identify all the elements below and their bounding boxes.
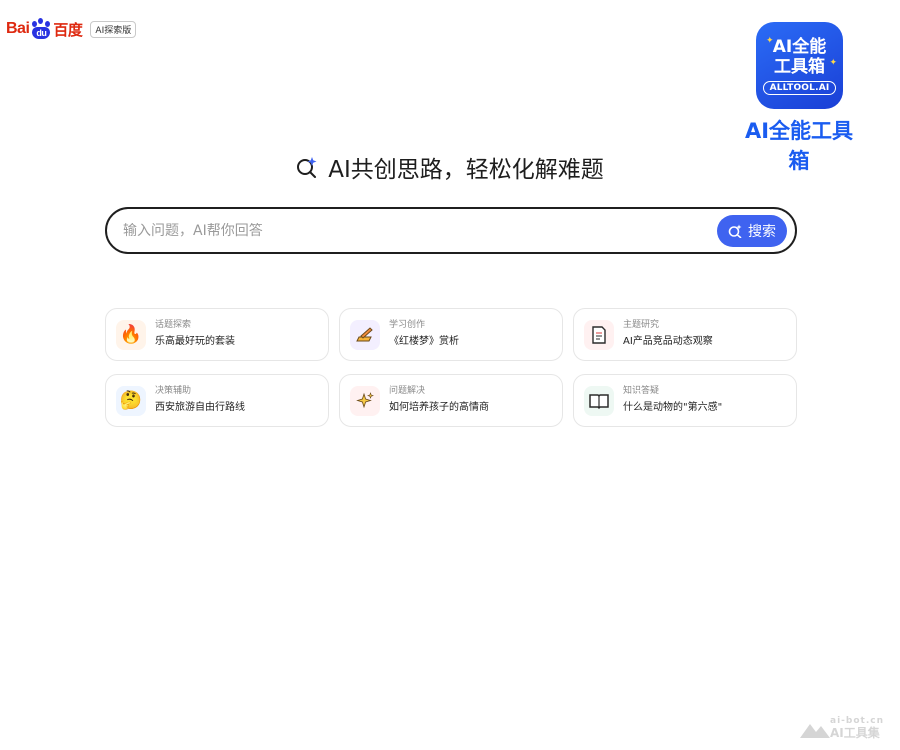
suggestion-question: 《红楼梦》赏析 bbox=[389, 336, 459, 347]
suggestion-question: 西安旅游自由行路线 bbox=[155, 402, 245, 413]
baidu-logo[interactable]: Bai du 百度 AI探索版 bbox=[6, 18, 137, 40]
suggestion-category: 主题研究 bbox=[623, 320, 660, 330]
suggestion-card-problem[interactable]: 问题解决 如何培养孩子的高情商 bbox=[339, 374, 563, 427]
watermark-name: AI工具集 bbox=[830, 726, 880, 740]
badge-title-line1: AI全能 bbox=[772, 36, 827, 57]
thinking-face-icon: 🤔 bbox=[116, 385, 146, 416]
paw-icon: du bbox=[30, 18, 52, 40]
suggestion-question: 乐高最好玩的套装 bbox=[155, 336, 235, 347]
pen-writing-icon bbox=[350, 319, 380, 350]
open-book-icon bbox=[584, 385, 614, 416]
logo-text-right: 百度 bbox=[53, 21, 83, 39]
sparkle-icon: ✦ bbox=[766, 36, 774, 46]
suggestion-card-decision[interactable]: 🤔 决策辅助 西安旅游自由行路线 bbox=[105, 374, 329, 427]
logo-text-left: Bai bbox=[6, 20, 30, 37]
suggestion-grid: 🔥 话题探索 乐高最好玩的套装 学习创作 《红楼梦》赏析 主题研究 AI产品竞品… bbox=[105, 308, 797, 427]
hero-heading: AI共创思路，轻松化解难题 bbox=[0, 150, 900, 184]
suggestion-card-knowledge[interactable]: 知识答疑 什么是动物的"第六感" bbox=[573, 374, 797, 427]
suggestion-card-learning[interactable]: 学习创作 《红楼梦》赏析 bbox=[339, 308, 563, 361]
suggestion-card-research[interactable]: 主题研究 AI产品竞品动态观察 bbox=[573, 308, 797, 361]
badge-url: ALLTOOL.AI bbox=[762, 80, 837, 95]
watermark-url: ai-bot.cn bbox=[830, 716, 884, 726]
search-button[interactable]: 搜索 bbox=[717, 214, 787, 247]
sparkles-icon bbox=[350, 385, 380, 416]
document-icon bbox=[584, 319, 614, 350]
suggestion-question: AI产品竞品动态观察 bbox=[623, 336, 713, 347]
suggestion-category: 知识答疑 bbox=[623, 386, 660, 396]
suggestion-question: 什么是动物的"第六感" bbox=[623, 402, 723, 413]
suggestion-question: 如何培养孩子的高情商 bbox=[389, 402, 489, 413]
page-title: AI共创思路，轻松化解难题 bbox=[328, 157, 604, 183]
suggestion-category: 决策辅助 bbox=[155, 386, 192, 396]
sparkle-icon: ✦ bbox=[829, 58, 837, 68]
logo-wordmark: Bai du 百度 bbox=[6, 18, 83, 40]
badge-title-line2: 工具箱 bbox=[774, 56, 825, 77]
suggestion-category: 话题探索 bbox=[155, 320, 192, 330]
sparkle-search-icon bbox=[296, 156, 318, 178]
suggestion-category: 问题解决 bbox=[389, 386, 426, 396]
fire-icon: 🔥 bbox=[116, 319, 146, 350]
logo-tag-badge: AI探索版 bbox=[90, 20, 137, 38]
suggestion-category: 学习创作 bbox=[389, 320, 426, 330]
watermark: ai-bot.cn AI工具集 bbox=[800, 716, 884, 740]
mountain-logo-icon bbox=[800, 724, 830, 738]
search-input[interactable] bbox=[123, 222, 717, 239]
search-bar: 搜索 bbox=[105, 207, 797, 254]
suggestion-card-topic[interactable]: 🔥 话题探索 乐高最好玩的套装 bbox=[105, 308, 329, 361]
search-button-label: 搜索 bbox=[748, 223, 776, 240]
search-icon bbox=[728, 224, 742, 238]
alltool-app-icon: ✦ ✦ AI全能 工具箱 ALLTOOL.AI bbox=[756, 22, 843, 109]
